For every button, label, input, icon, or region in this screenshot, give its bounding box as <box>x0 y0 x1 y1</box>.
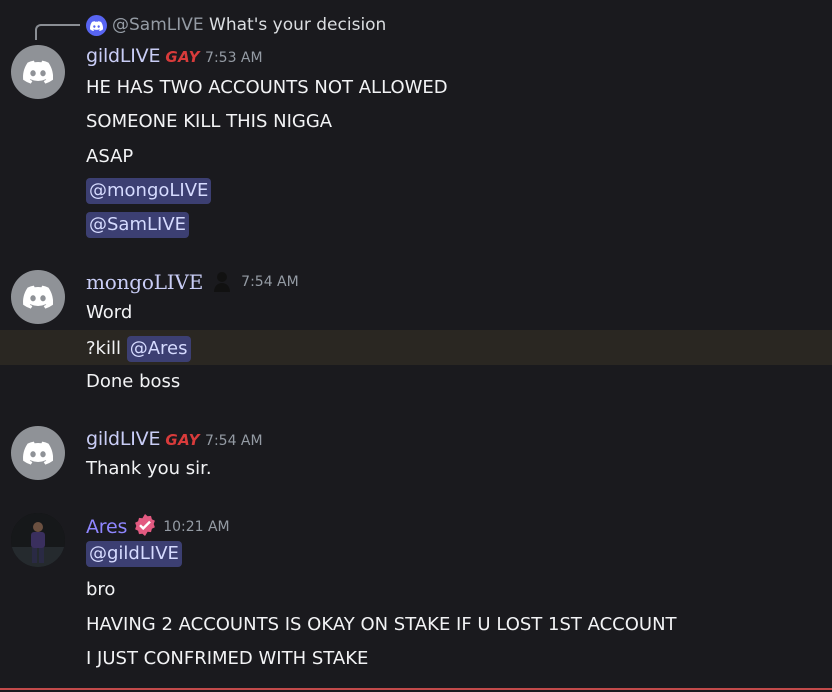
mention-pill[interactable]: @SamLIVE <box>86 212 190 238</box>
reply-preview[interactable]: @SamLIVE What's your decision <box>112 15 386 35</box>
message-text: Word <box>86 302 133 323</box>
avatar[interactable] <box>11 513 65 567</box>
message-text: Done boss <box>86 371 181 392</box>
mention-pill[interactable]: @Ares <box>126 336 191 362</box>
reply-mention: @SamLIVE <box>112 15 204 35</box>
message-text: SOMEONE KILL THIS NIGGA <box>86 111 333 132</box>
user-photo <box>11 513 65 567</box>
message-text: HE HAS TWO ACCOUNTS NOT ALLOWED <box>86 77 448 98</box>
avatar[interactable] <box>11 426 65 480</box>
message-header: gildLIVE GAY 7:53 AM <box>86 45 263 67</box>
discord-logo-icon <box>23 441 53 465</box>
new-messages-divider <box>0 688 832 690</box>
reply-avatar[interactable] <box>86 15 107 36</box>
message-line: @SamLIVE <box>86 212 190 238</box>
avatar[interactable] <box>11 45 65 99</box>
discord-logo-icon <box>23 60 53 84</box>
timestamp[interactable]: 7:53 AM <box>205 50 263 66</box>
message-header: mongoLIVE 7:54 AM <box>86 270 299 294</box>
username[interactable]: Ares <box>86 516 127 538</box>
message-line: @gildLIVE <box>86 541 182 567</box>
silhouette-icon <box>214 272 231 292</box>
role-badge: GAY <box>165 431 200 449</box>
mention-pill[interactable]: @gildLIVE <box>86 541 182 567</box>
message-line: @mongoLIVE <box>86 178 212 204</box>
discord-logo-icon <box>23 285 53 309</box>
message-text: bro <box>86 579 116 600</box>
command-text: ?kill <box>86 338 121 359</box>
message-text: I JUST CONFRIMED WITH STAKE <box>86 648 369 669</box>
verified-badge-icon <box>133 513 157 541</box>
message-header: gildLIVE GAY 7:54 AM <box>86 428 263 450</box>
mention-pill[interactable]: @mongoLIVE <box>86 178 212 204</box>
reply-connector <box>35 24 80 40</box>
timestamp[interactable]: 10:21 AM <box>163 519 229 535</box>
message-text: HAVING 2 ACCOUNTS IS OKAY ON STAKE IF U … <box>86 614 677 635</box>
role-badge: GAY <box>165 48 200 66</box>
username[interactable]: mongoLIVE <box>86 270 203 294</box>
message-text: ASAP <box>86 146 134 167</box>
username[interactable]: gildLIVE <box>86 428 160 450</box>
discord-logo-icon <box>90 20 103 31</box>
avatar[interactable] <box>11 270 65 324</box>
message-header: Ares 10:21 AM <box>86 513 230 541</box>
timestamp[interactable]: 7:54 AM <box>241 274 299 290</box>
username[interactable]: gildLIVE <box>86 45 160 67</box>
timestamp[interactable]: 7:54 AM <box>205 433 263 449</box>
message-line: ?kill @Ares <box>86 336 191 362</box>
message-text: Thank you sir. <box>86 458 212 479</box>
reply-text: What's your decision <box>209 15 387 35</box>
